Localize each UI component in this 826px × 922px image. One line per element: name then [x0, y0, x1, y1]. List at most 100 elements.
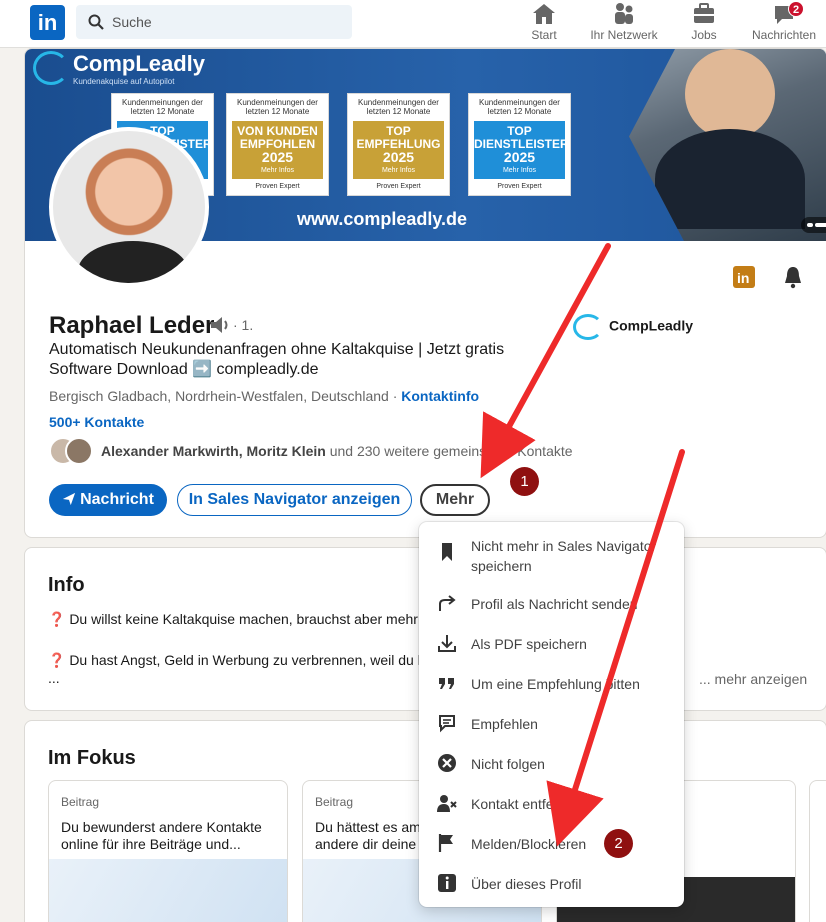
message-button[interactable]: Nachricht: [49, 484, 167, 516]
linkedin-premium-icon[interactable]: in: [732, 265, 756, 289]
menu-item-label: Profil als Nachricht senden: [471, 596, 638, 612]
info-ellipsis: ...: [48, 670, 60, 686]
banner-person-body: [655, 129, 805, 229]
search-icon: [88, 14, 104, 30]
focus-post[interactable]: Beitrag Du bewunderst andere Kontakte on…: [48, 780, 288, 922]
menu-item-ask-recommendation[interactable]: Um eine Empfehlung bitten: [419, 663, 684, 703]
profile-location: Bergisch Gladbach, Nordrhein-Westfalen, …: [49, 388, 389, 404]
info-icon: [438, 874, 456, 892]
menu-item-label: Nicht folgen: [471, 756, 545, 772]
award-head: Kundenmeinungen der letzten 12 Monate: [237, 98, 318, 116]
menu-item-recommend[interactable]: Empfehlen: [419, 703, 684, 743]
award-body: TOP EMPFEHLUNG 2025 Mehr Infos: [353, 121, 444, 179]
nav-messages[interactable]: 2 Nachrichten: [750, 1, 818, 42]
nav-label: Nachrichten: [751, 28, 817, 42]
award-provider: Proven Expert: [497, 183, 542, 190]
message-label: Nachricht: [80, 491, 154, 508]
annotation-marker-1: 1: [510, 467, 539, 496]
award-badge: Kundenmeinungen der letzten 12 Monate TO…: [468, 93, 571, 196]
menu-item-unfollow[interactable]: Nicht folgen: [419, 743, 684, 783]
company-logo-icon: [573, 314, 603, 340]
contact-info-link[interactable]: Kontaktinfo: [401, 388, 479, 404]
banner-brand: CompLeadly: [73, 51, 206, 76]
post-text: Du hättest es am andere dir deine: [315, 819, 421, 852]
award-body: TOP DIENSTLEISTER 2025 Mehr Infos: [474, 121, 569, 179]
mutual-names: Alexander Markwirth, Moritz Klein: [101, 443, 326, 459]
post-kind: Beitrag: [61, 795, 100, 809]
nav-network[interactable]: Ihr Netzwerk: [588, 2, 660, 42]
home-icon: [533, 4, 555, 24]
share-icon: [439, 595, 456, 611]
contacts-link[interactable]: 500+ Kontakte: [49, 414, 144, 430]
show-more-link[interactable]: ... mehr anzeigen: [699, 671, 807, 687]
quote-icon: [439, 678, 454, 689]
banner-brand-sub: Kundenakquise auf Autopilot: [73, 77, 175, 86]
award-title: TOP EMPFEHLUNG: [356, 124, 441, 151]
banner-slider[interactable]: [801, 217, 826, 233]
post-text: Du bewunderst andere Kontakte online für…: [61, 819, 262, 852]
annotation-marker-2: 2: [604, 829, 633, 858]
mutual-rest: und 230 weitere gemeinsame Kontakte: [325, 443, 573, 459]
award-more: Mehr Infos: [502, 167, 537, 174]
more-dropdown: Nicht mehr in Sales Navigator speichern …: [419, 522, 684, 907]
award-head: Kundenmeinungen der letzten 12 Monate: [122, 98, 203, 116]
nav-label: Ihr Netzwerk: [590, 28, 658, 42]
menu-item-label: Als PDF speichern: [471, 636, 587, 652]
award-title: VON KUNDEN EMPFOHLEN: [237, 124, 318, 151]
bell-icon[interactable]: [781, 265, 805, 289]
award-badge: Kundenmeinungen der letzten 12 Monate VO…: [226, 93, 329, 196]
banner-photo: [629, 49, 826, 241]
more-button[interactable]: Mehr: [420, 484, 490, 516]
nav-label: Jobs: [691, 28, 717, 42]
menu-item-label: Nicht mehr in Sales Navigator speichern: [471, 538, 657, 574]
nav-jobs[interactable]: Jobs: [688, 2, 720, 42]
company-name: CompLeadly: [609, 317, 694, 334]
menu-item-send-profile[interactable]: Profil als Nachricht senden: [419, 583, 684, 623]
avatar: [65, 437, 93, 465]
menu-item-label: Um eine Empfehlung bitten: [471, 676, 640, 692]
sales-navigator-button[interactable]: In Sales Navigator anzeigen: [177, 484, 412, 516]
menu-item-report-block[interactable]: Melden/Blockieren: [419, 823, 684, 863]
profile-headline: Automatisch Neukundenanfragen ohne Kalta…: [49, 341, 505, 378]
post-kind: Beitrag: [315, 795, 354, 809]
compleadly-logo-icon: [33, 51, 69, 85]
download-icon: [438, 635, 456, 652]
award-year: 2025: [503, 149, 536, 165]
nav-label: Start: [531, 28, 557, 42]
menu-item-save-pdf[interactable]: Als PDF speichern: [419, 623, 684, 663]
nav-start[interactable]: Start: [526, 2, 562, 42]
location-separator: ·: [388, 388, 402, 404]
menu-item-about-profile[interactable]: Über dieses Profil: [419, 863, 684, 903]
search-placeholder: Suche: [112, 14, 152, 30]
info-line: ❓ Du hast Angst, Geld in Werbung zu verb…: [48, 652, 433, 668]
award-provider: Proven Expert: [255, 183, 300, 190]
current-company[interactable]: CompLeadly: [573, 314, 693, 340]
award-body: VON KUNDEN EMPFOHLEN 2025 Mehr Infos: [232, 121, 323, 179]
message-badge: 2: [788, 1, 805, 17]
award-badge: Kundenmeinungen der letzten 12 Monate TO…: [347, 93, 450, 196]
profile-card: CompLeadly Kundenakquise auf Autopilot K…: [24, 48, 826, 538]
menu-item-remove-contact[interactable]: Kontakt entfernen: [419, 783, 684, 823]
menu-item-unsave-sales-nav[interactable]: Nicht mehr in Sales Navigator speichern: [419, 532, 684, 582]
post-image: [49, 859, 287, 922]
info-title: Info: [48, 574, 85, 596]
flag-icon: [438, 834, 453, 852]
profile-location-row: Bergisch Gladbach, Nordrhein-Westfalen, …: [49, 388, 479, 404]
award-title: TOP DIENSTLEISTER: [474, 124, 569, 151]
send-icon: [62, 492, 76, 506]
profile-avatar[interactable]: [49, 127, 209, 287]
top-nav: in Suche Start Ihr Netzwerk Jobs 2 Nachr…: [0, 0, 826, 48]
banner-url: www.compleadly.de: [297, 209, 468, 229]
remove-contact-icon: [437, 795, 457, 812]
network-icon: [615, 3, 633, 24]
briefcase-icon: [694, 3, 714, 23]
menu-item-label: Empfehlen: [471, 716, 538, 732]
award-year: 2025: [382, 149, 415, 165]
linkedin-logo[interactable]: in: [30, 5, 65, 40]
menu-item-label: Melden/Blockieren: [471, 836, 587, 852]
focus-post[interactable]: [809, 780, 826, 922]
search-bar[interactable]: Suche: [76, 5, 352, 39]
speaker-icon[interactable]: [209, 315, 231, 335]
recommend-icon: [439, 715, 455, 733]
bookmark-icon: [442, 543, 452, 561]
